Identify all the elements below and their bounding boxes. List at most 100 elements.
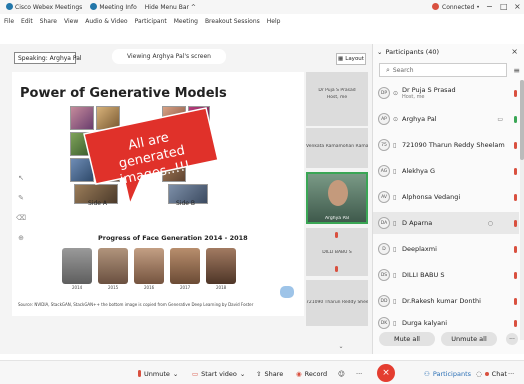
device-icon: ▯: [393, 319, 397, 327]
connection-status[interactable]: Connected •: [432, 3, 480, 11]
menu-share[interactable]: Share: [40, 18, 57, 25]
more-panels-button[interactable]: ···: [508, 367, 514, 380]
participant-row[interactable]: AV ▯ Alphonsa Vedangi: [373, 186, 519, 208]
viewing-screen-pill[interactable]: Viewing Arghya Pal's screen: [112, 49, 226, 64]
participant-row[interactable]: AP ⊙ Arghya Pal ▭: [373, 108, 519, 130]
muted-mic-icon[interactable]: [514, 319, 517, 327]
avatar: DA: [378, 217, 390, 229]
unread-badge: [484, 371, 489, 376]
participant-row[interactable]: DD ▯ Dr.Rakesh kumar Donthi: [373, 290, 519, 312]
participant-name: Dr.Rakesh kumar Donthi: [402, 297, 481, 305]
face-image-2017: [170, 248, 200, 284]
year-label: 2017: [180, 285, 191, 290]
muted-mic-icon[interactable]: [514, 245, 517, 253]
participant-row[interactable]: DA ▯ D Aparna ○: [373, 212, 519, 234]
device-icon: ▯: [393, 219, 397, 227]
chat-button[interactable]: ◌ Chat: [476, 367, 507, 380]
participant-row[interactable]: DK ▯ Durga kalyani: [373, 312, 519, 334]
participant-row[interactable]: D ▯ Deeplaxmi: [373, 238, 519, 260]
options-icon[interactable]: ○: [488, 220, 493, 227]
muted-mic-icon: [335, 232, 338, 238]
muted-mic-icon[interactable]: [514, 141, 517, 149]
unmute-button[interactable]: Unmute ⌄: [138, 367, 178, 380]
muted-mic-icon: [138, 370, 141, 377]
participant-name: 721090 Tharun Reddy Sheelam: [402, 141, 505, 149]
avatar: D: [378, 243, 390, 255]
muted-mic-icon[interactable]: [514, 167, 517, 175]
meeting-info-button[interactable]: Meeting Info: [90, 3, 137, 11]
sort-icon[interactable]: ≡: [513, 66, 520, 75]
leave-meeting-button[interactable]: ×: [377, 364, 395, 382]
muted-mic-icon[interactable]: [514, 297, 517, 305]
chevron-down-icon: ⌄: [172, 369, 179, 378]
year-label: 2018: [216, 285, 227, 290]
participant-name: Durga kalyani: [402, 319, 448, 327]
menu-file[interactable]: File: [4, 18, 14, 25]
menu-edit[interactable]: Edit: [21, 18, 33, 25]
close-icon[interactable]: ×: [511, 47, 518, 56]
participant-row[interactable]: AG ▯ Alekhya G: [373, 160, 519, 182]
search-input[interactable]: ⌕ Search: [379, 63, 507, 77]
eraser-icon[interactable]: ⌫: [16, 214, 26, 222]
active-mic-icon[interactable]: [514, 115, 517, 123]
more-options-button[interactable]: ···: [506, 333, 518, 345]
avatar: DP: [378, 87, 390, 99]
mute-all-button[interactable]: Mute all: [379, 332, 435, 346]
menu-breakout-sessions[interactable]: Breakout Sessions: [205, 18, 260, 25]
device-icon: ▯: [393, 271, 397, 279]
menu-help[interactable]: Help: [267, 18, 281, 25]
avatar: AP: [378, 113, 390, 125]
minimize-button[interactable]: −: [486, 2, 493, 11]
pen-icon[interactable]: ✎: [18, 194, 24, 202]
pointer-icon[interactable]: ↖: [18, 174, 24, 182]
video-thumbnail[interactable]: DILLI BABU S: [306, 228, 368, 276]
webex-logo-icon: [6, 3, 13, 10]
video-thumbnail[interactable]: Dr Puja S Prasad Host, me: [306, 72, 368, 126]
video-thumbnail[interactable]: 721090 Tharun Reddy Shee..: [306, 280, 368, 326]
participant-name: Alekhya G: [402, 167, 436, 175]
active-speaker-thumbnail[interactable]: Arghya Pal: [306, 172, 368, 224]
record-button[interactable]: ◉ Record: [296, 367, 327, 380]
share-button[interactable]: ⇧ Share: [256, 367, 283, 380]
muted-mic-icon[interactable]: [514, 271, 517, 279]
share-icon: ⇧: [256, 369, 262, 378]
participant-name: Alphonsa Vedangi: [402, 193, 461, 201]
menu-meeting[interactable]: Meeting: [174, 18, 198, 25]
participant-name: D Aparna: [402, 219, 433, 227]
close-window-button[interactable]: ×: [514, 2, 521, 11]
device-icon: ⊙: [393, 115, 399, 123]
participant-row[interactable]: 75 ▯ 721090 Tharun Reddy Sheelam: [373, 134, 519, 156]
chevron-down-icon[interactable]: ⌄: [377, 48, 382, 56]
menu-view[interactable]: View: [64, 18, 78, 25]
maximize-button[interactable]: □: [500, 2, 508, 11]
zoom-icon[interactable]: ⊕: [18, 234, 24, 242]
muted-mic-icon[interactable]: [514, 193, 517, 201]
face-image-2014: [62, 248, 92, 284]
meeting-controls-bar: Unmute ⌄ ▭ Start video ⌄ ⇧ Share ◉ Recor…: [0, 360, 524, 384]
hide-menu-bar-button[interactable]: Hide Menu Bar ^: [145, 4, 196, 11]
layout-label: Layout: [345, 56, 364, 62]
muted-mic-icon[interactable]: [514, 219, 517, 227]
speaker-face: [328, 180, 348, 206]
meeting-info-label: Meeting Info: [99, 4, 137, 11]
participant-row[interactable]: DP ⊙ Dr Puja S Prasad Host, me: [373, 82, 519, 104]
reactions-button[interactable]: ☺: [338, 367, 345, 380]
participant-row[interactable]: DS ▯ DILLI BABU S: [373, 264, 519, 286]
thumbnail-name: Dr Puja S Prasad: [318, 88, 356, 93]
video-thumbnail[interactable]: Venkata Ramamohan Rama..: [306, 128, 368, 168]
chevron-down-icon[interactable]: ⌄: [336, 343, 346, 351]
scrollbar-thumb[interactable]: [520, 80, 524, 160]
close-icon: ×: [382, 368, 390, 378]
unmute-all-button[interactable]: Unmute all: [441, 332, 497, 346]
device-icon: ▯: [393, 141, 397, 149]
start-video-button[interactable]: ▭ Start video ⌄: [192, 367, 245, 380]
app-name: Cisco Webex Meetings: [6, 3, 82, 11]
menu-participant[interactable]: Participant: [135, 18, 167, 25]
menu-audio-video[interactable]: Audio & Video: [85, 18, 127, 25]
layout-button[interactable]: ▦ Layout: [336, 53, 366, 65]
annotate-icon[interactable]: [280, 286, 294, 298]
participants-button[interactable]: ⚇ Participants: [424, 367, 471, 380]
muted-mic-icon[interactable]: [514, 89, 517, 97]
more-options-button[interactable]: ···: [356, 367, 362, 380]
thumbnail-sub: Host, me: [326, 95, 348, 100]
